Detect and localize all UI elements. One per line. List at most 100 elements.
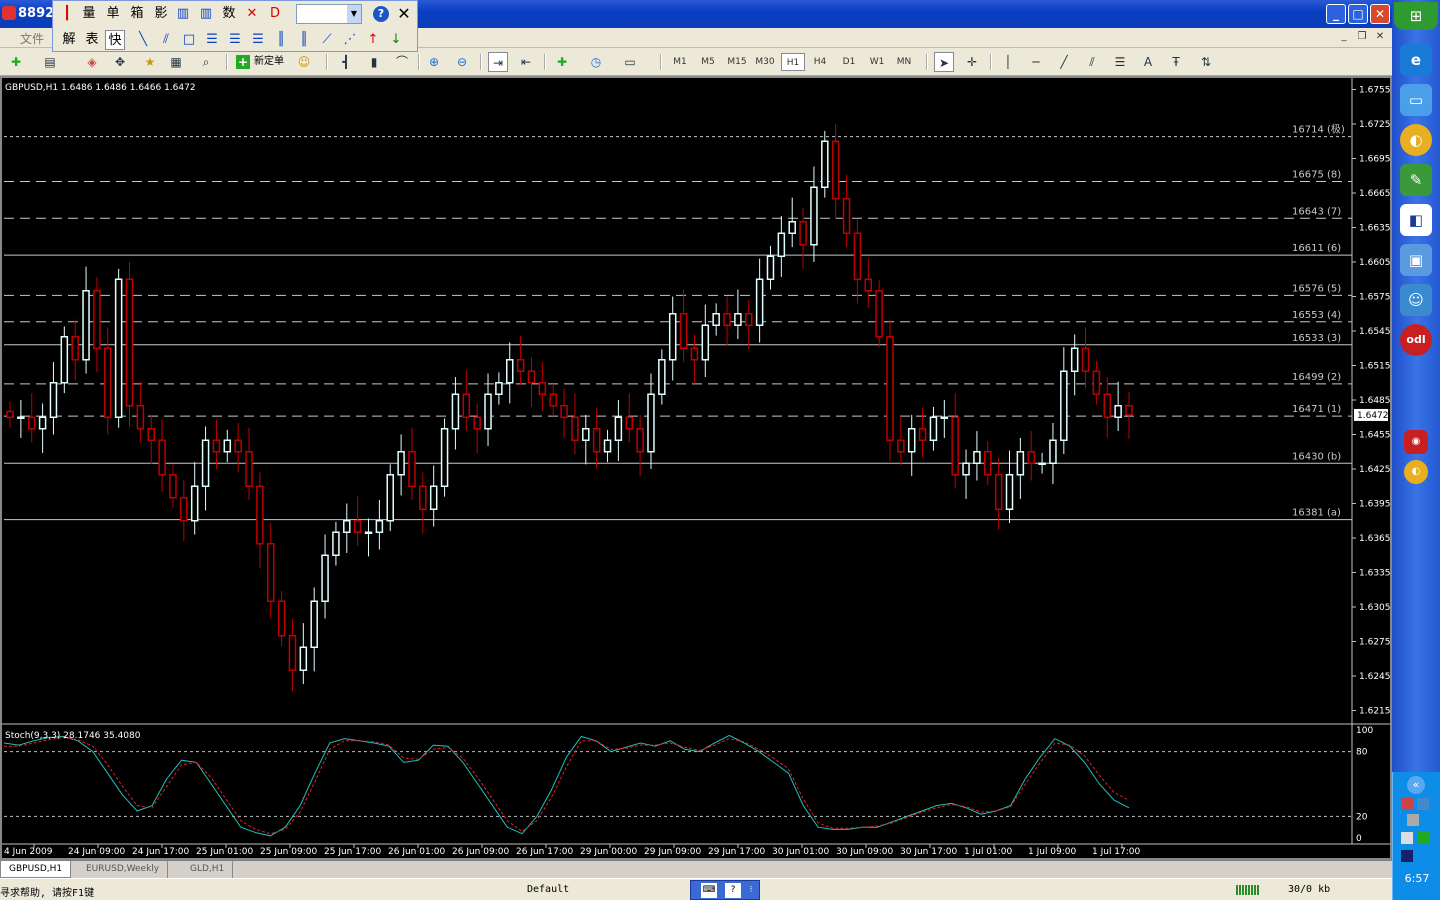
- tool-table[interactable]: 表: [82, 30, 102, 50]
- tray-ime-icon[interactable]: [1401, 832, 1413, 844]
- tool-fast[interactable]: 快: [105, 30, 125, 50]
- chart-canvas[interactable]: 1.6755 1.6725 1.6695 1.6665 1.6635 1.6605 1.65…: [2, 78, 1390, 858]
- expert-advisors-icon[interactable]: ☺: [294, 52, 314, 72]
- tab-gbpusd[interactable]: GBPUSD,H1: [0, 861, 72, 878]
- chart-window[interactable]: 1.6755 1.6725 1.6695 1.6665 1.6635 1.6605 1.65…: [0, 76, 1392, 860]
- profiles-icon[interactable]: ▤: [40, 52, 60, 72]
- fib-ext-icon[interactable]: ☰: [225, 30, 245, 50]
- taskbar-window-1-icon[interactable]: ◉: [1404, 430, 1428, 454]
- tool-solve[interactable]: 解: [59, 30, 79, 50]
- tray-volume-icon[interactable]: [1417, 798, 1429, 810]
- app-quicklaunch-icon[interactable]: ◐: [1400, 124, 1432, 156]
- autoscroll-icon[interactable]: ⇥: [488, 52, 508, 72]
- line-chart-icon[interactable]: ⌒: [392, 52, 412, 72]
- tray-misc-icon[interactable]: [1401, 850, 1413, 862]
- tab-gld[interactable]: GLD,H1: [182, 861, 234, 878]
- tray-status-icon[interactable]: [1417, 832, 1429, 844]
- bars-alt-icon[interactable]: ▥: [196, 4, 216, 24]
- tab-eurusd[interactable]: EURUSD,Weekly: [78, 861, 169, 878]
- candle-chart-icon[interactable]: ▮: [364, 52, 384, 72]
- menu-file[interactable]: 文件: [20, 30, 44, 47]
- new-order-button[interactable]: + 新定单: [236, 52, 284, 72]
- timeframe-m5[interactable]: M5: [696, 53, 720, 71]
- arrow-up-icon[interactable]: ↑: [363, 30, 383, 50]
- new-chart-icon[interactable]: ✚: [6, 52, 26, 72]
- timeframe-m30[interactable]: M30: [752, 53, 778, 71]
- timeframe-m15[interactable]: M15: [724, 53, 750, 71]
- mdi-close-button[interactable]: ✕: [1372, 30, 1388, 45]
- horizontal-line-icon[interactable]: ─: [1026, 52, 1046, 72]
- favorites-icon[interactable]: ★: [140, 52, 160, 72]
- timeframe-h1[interactable]: H1: [781, 53, 805, 71]
- start-button[interactable]: ⊞: [1394, 2, 1438, 30]
- market-watch-icon[interactable]: ◈: [82, 52, 102, 72]
- pitchfork-icon[interactable]: ⟋: [317, 30, 337, 50]
- arrows-menu-icon[interactable]: ⇅: [1196, 52, 1216, 72]
- zoom-in-icon[interactable]: ⊕: [424, 52, 444, 72]
- messenger-icon[interactable]: ☺: [1400, 284, 1432, 316]
- tool-box[interactable]: 箱: [127, 4, 147, 24]
- timeframe-d1[interactable]: D1: [837, 53, 861, 71]
- tool-volume[interactable]: 量: [79, 4, 99, 24]
- ime-help-icon[interactable]: ?: [725, 883, 741, 898]
- indicators-icon[interactable]: ✚: [552, 52, 572, 72]
- templates-icon[interactable]: ▭: [620, 52, 640, 72]
- taskbar-window-2-icon[interactable]: ◐: [1404, 460, 1428, 484]
- window-app-icon[interactable]: ▣: [1400, 244, 1432, 276]
- show-desktop-icon[interactable]: ▭: [1400, 84, 1432, 116]
- fibonacci-icon[interactable]: ☰: [1110, 52, 1130, 72]
- terminal-icon[interactable]: ▦: [166, 52, 186, 72]
- cross-line-icon[interactable]: ✕: [242, 4, 262, 24]
- tray-expand-icon[interactable]: «: [1407, 776, 1425, 794]
- close-button[interactable]: ✕: [1370, 4, 1390, 24]
- text-tool-icon[interactable]: A: [1138, 52, 1158, 72]
- trend-line-icon[interactable]: ╱: [1054, 52, 1074, 72]
- bar-chart-icon[interactable]: ┫: [336, 52, 356, 72]
- periods-icon[interactable]: ◷: [586, 52, 606, 72]
- timeframe-m1[interactable]: M1: [668, 53, 692, 71]
- custom-combo[interactable]: ▼: [296, 4, 362, 24]
- dx-icon[interactable]: D: [265, 4, 285, 24]
- keyboard-icon[interactable]: ⌨: [701, 883, 717, 898]
- float-close-icon[interactable]: ✕: [394, 4, 414, 24]
- rectangle-icon[interactable]: □: [179, 30, 199, 50]
- cycle-lines-icon[interactable]: ║: [271, 30, 291, 50]
- maximize-button[interactable]: □: [1348, 4, 1368, 24]
- minimize-button[interactable]: _: [1326, 4, 1346, 24]
- candle-icon[interactable]: ┃: [57, 4, 77, 24]
- ime-menu-icon[interactable]: ⁝: [747, 883, 755, 898]
- tool-shadow[interactable]: 影: [151, 4, 171, 24]
- ime-bar[interactable]: ⌨ ? ⁝: [690, 880, 760, 900]
- gann-fan-icon[interactable]: ⋰: [340, 30, 360, 50]
- channel-icon[interactable]: ⫽: [156, 30, 176, 50]
- mdi-restore-button[interactable]: ❐: [1354, 30, 1370, 45]
- tool-number[interactable]: 数: [219, 4, 239, 24]
- timeframe-mn[interactable]: MN: [892, 53, 916, 71]
- bars-icon[interactable]: ▥: [173, 4, 193, 24]
- checker-app-icon[interactable]: ◧: [1400, 204, 1432, 236]
- chart-shift-icon[interactable]: ⇤: [516, 52, 536, 72]
- tray-app-icon[interactable]: [1407, 814, 1419, 826]
- fib-exp-icon[interactable]: ☰: [248, 30, 268, 50]
- tester-icon[interactable]: ⌕: [196, 52, 216, 72]
- mdi-minimize-button[interactable]: _: [1336, 30, 1352, 45]
- odl-app-icon[interactable]: odl: [1400, 324, 1432, 356]
- trendline-icon[interactable]: ╲: [133, 30, 153, 50]
- vertical-line-icon[interactable]: │: [998, 52, 1018, 72]
- tray-network-icon[interactable]: [1401, 798, 1413, 810]
- gann-line-icon[interactable]: ║: [294, 30, 314, 50]
- arrow-down-icon[interactable]: ↓: [386, 30, 406, 50]
- navigator-icon[interactable]: ✥: [110, 52, 130, 72]
- crosshair-icon[interactable]: ✛: [962, 52, 982, 72]
- help-icon[interactable]: ?: [373, 6, 389, 22]
- timeframe-h4[interactable]: H4: [808, 53, 832, 71]
- timeframe-w1[interactable]: W1: [865, 53, 889, 71]
- fib-icon[interactable]: ☰: [202, 30, 222, 50]
- tool-order[interactable]: 单: [103, 4, 123, 24]
- zoom-out-icon[interactable]: ⊖: [452, 52, 472, 72]
- equidistant-channel-icon[interactable]: ⫽: [1082, 52, 1102, 72]
- internet-explorer-icon[interactable]: e: [1400, 44, 1432, 76]
- cursor-icon[interactable]: ➤: [934, 52, 954, 72]
- paint-icon[interactable]: ✎: [1400, 164, 1432, 196]
- text-label-icon[interactable]: Ŧ: [1166, 52, 1186, 72]
